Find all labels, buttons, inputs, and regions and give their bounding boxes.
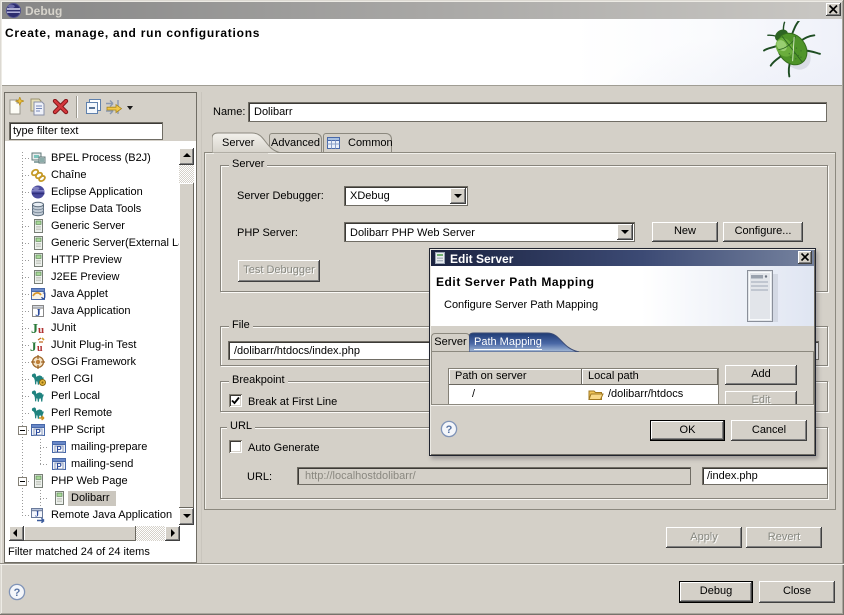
svg-text:J: J [30,339,37,353]
svg-text:P: P [56,445,62,454]
svg-text:J: J [35,307,41,319]
svg-text:?: ? [14,587,21,599]
svg-text:P: P [35,428,41,437]
svg-text:?: ? [446,424,453,436]
svg-text:J: J [35,510,39,519]
svg-text:P: P [56,462,62,471]
svg-text:J: J [41,291,46,301]
svg-text:u: u [38,324,44,336]
svg-text:u: u [37,343,43,353]
svg-text:J: J [31,322,38,336]
